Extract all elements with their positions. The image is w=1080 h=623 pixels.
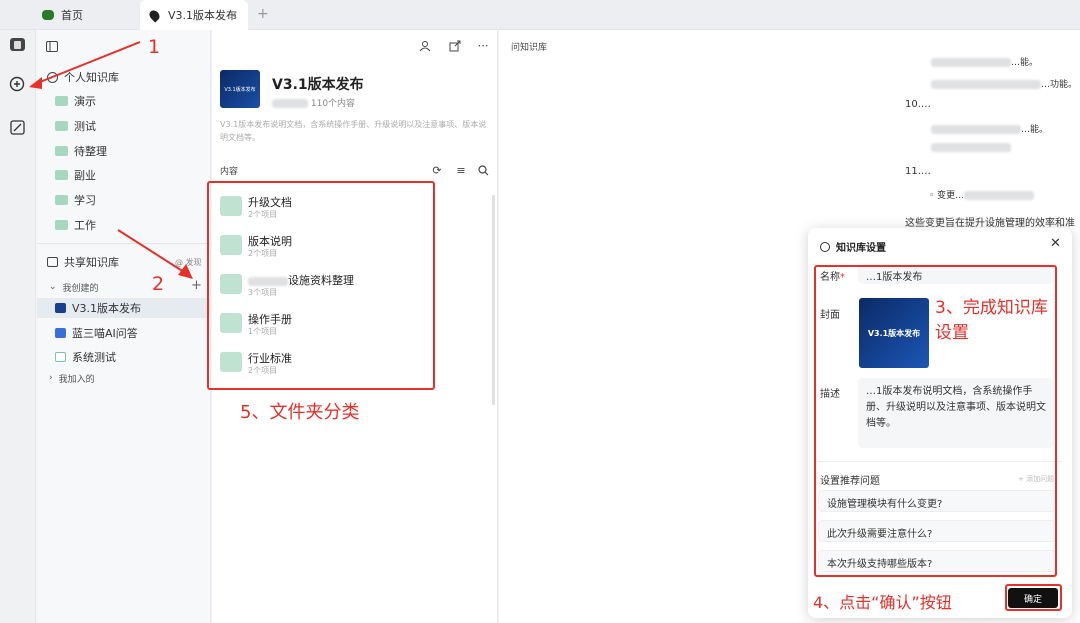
annotation-arrows xyxy=(29,41,193,279)
annotation-1: 1 xyxy=(148,36,161,58)
annotation-5: 5、文件夹分类 xyxy=(240,402,360,423)
annotation-3: 3、完成知识库设置 xyxy=(935,298,1048,343)
annotation-4: 4、点击“确认”按钮 xyxy=(813,593,952,612)
annotation-2: 2 xyxy=(152,273,165,295)
